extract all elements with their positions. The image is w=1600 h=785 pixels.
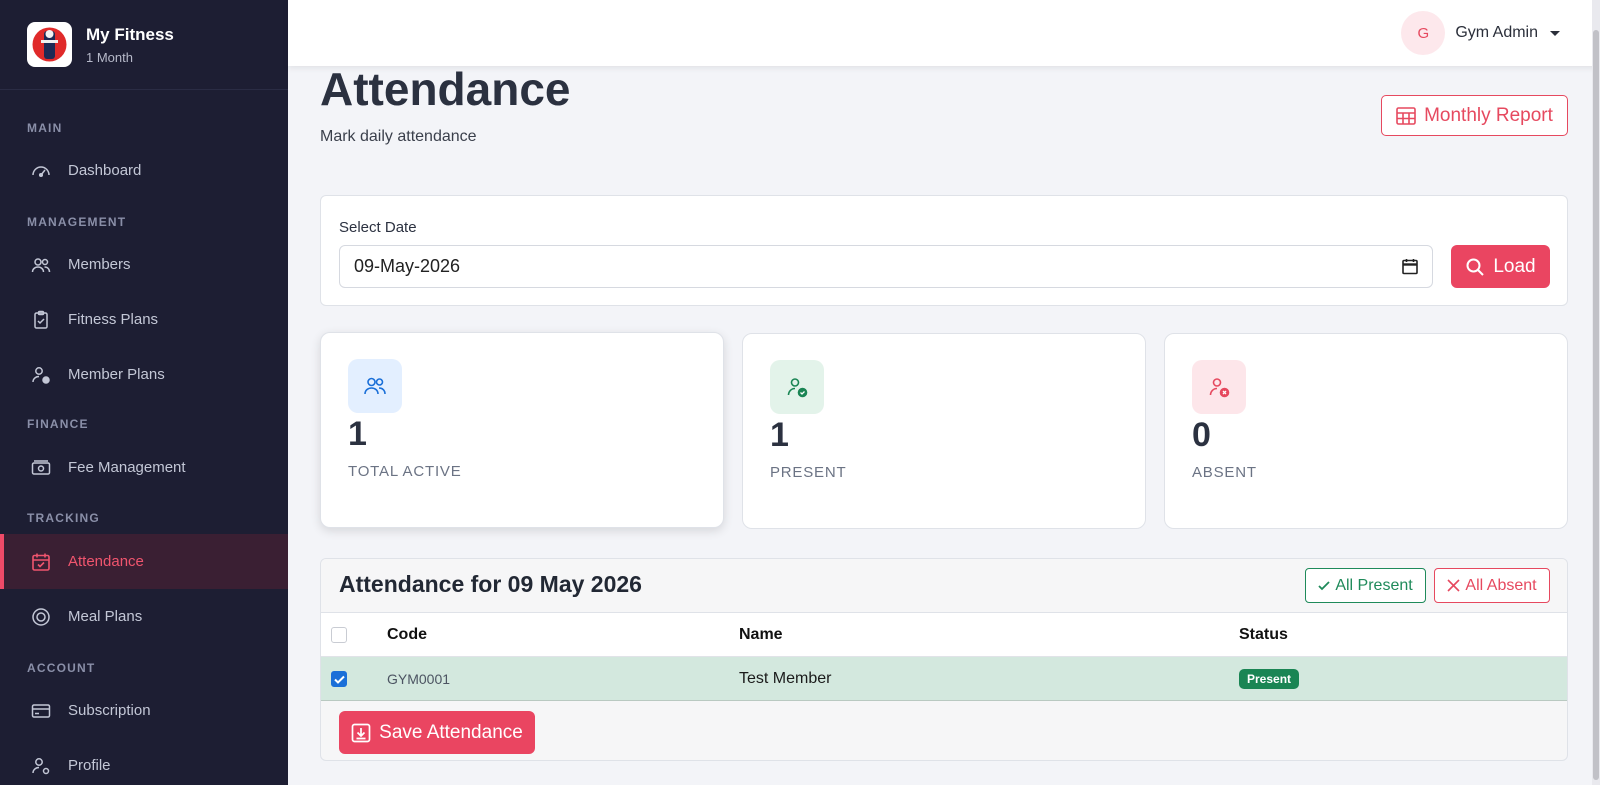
save-attendance-label: Save Attendance [379, 721, 523, 743]
date-value: 09-May-2026 [354, 256, 461, 276]
member-name: Test Member [739, 670, 832, 687]
user-menu[interactable]: G Gym Admin [1401, 11, 1560, 55]
all-present-button[interactable]: All Present [1305, 568, 1426, 603]
stat-present: 1 PRESENT [742, 333, 1146, 529]
section-management: MANAGEMENT [27, 215, 127, 229]
sidebar-item-profile[interactable]: Profile [0, 738, 288, 785]
all-absent-label: All Absent [1465, 576, 1537, 594]
user-name[interactable]: Gym Admin [1455, 24, 1538, 42]
users-icon [348, 359, 402, 413]
attendance-table-card: Attendance for 09 May 2026 All Present A… [320, 558, 1568, 761]
sidebar-item-attendance[interactable]: Attendance [0, 534, 288, 589]
stat-absent: 0 ABSENT [1164, 333, 1568, 529]
load-label: Load [1493, 255, 1536, 277]
sidebar-item-label: Fitness Plans [68, 311, 159, 328]
sidebar-item-label: Fee Management [68, 459, 186, 476]
monthly-report-label: Monthly Report [1424, 104, 1553, 126]
user-gear-icon [30, 755, 52, 777]
cash-icon [30, 457, 52, 479]
stat-value: 1 [770, 416, 789, 454]
all-present-label: All Present [1335, 576, 1413, 594]
sidebar-item-label: Member Plans [68, 366, 165, 383]
sidebar-item-meal-plans[interactable]: Meal Plans [0, 589, 288, 644]
user-x-icon [1192, 360, 1246, 414]
table-head-row: Code Name Status [321, 613, 1567, 657]
date-input[interactable]: 09-May-2026 [339, 245, 1433, 288]
calendar-check-icon [30, 551, 52, 573]
column-status: Status [1239, 626, 1288, 643]
page-title: Attendance [320, 63, 571, 115]
section-tracking: TRACKING [27, 511, 100, 525]
search-icon [1465, 257, 1485, 277]
all-absent-button[interactable]: All Absent [1434, 568, 1550, 603]
monthly-report-button[interactable]: Monthly Report [1381, 95, 1568, 136]
row-checkbox[interactable] [331, 671, 347, 687]
meal-icon [30, 606, 52, 628]
table-header: Attendance for 09 May 2026 All Present A… [321, 559, 1567, 613]
clipboard-check-icon [30, 309, 52, 331]
calendar-icon[interactable] [1402, 258, 1418, 280]
page-subtitle: Mark daily attendance [320, 128, 477, 145]
close-icon [1447, 579, 1460, 592]
section-account: ACCOUNT [27, 661, 96, 675]
column-code: Code [387, 626, 427, 643]
save-attendance-button[interactable]: Save Attendance [339, 711, 535, 754]
brand[interactable]: My Fitness 1 Month [0, 0, 288, 90]
member-code: GYM0001 [387, 671, 451, 687]
gauge-icon [30, 160, 52, 182]
sidebar-item-dashboard[interactable]: Dashboard [0, 143, 288, 198]
brand-logo [27, 22, 72, 67]
sidebar-item-subscription[interactable]: Subscription [0, 683, 288, 738]
sidebar-item-label: Members [68, 256, 131, 273]
sidebar-item-label: Subscription [68, 702, 151, 719]
check-icon [1318, 580, 1330, 591]
sidebar: My Fitness 1 Month MAIN Dashboard MANAGE… [0, 0, 288, 785]
sidebar-item-label: Attendance [68, 553, 144, 570]
stat-value: 1 [348, 415, 367, 453]
users-icon [30, 254, 52, 276]
sidebar-item-label: Profile [68, 757, 111, 774]
select-all-checkbox[interactable] [331, 627, 347, 643]
status-badge[interactable]: Present [1239, 669, 1300, 689]
sidebar-item-members[interactable]: Members [0, 237, 288, 292]
user-check-icon [770, 360, 824, 414]
table-title: Attendance for 09 May 2026 [339, 571, 642, 597]
brand-subtitle: 1 Month [86, 49, 133, 65]
scrollbar-thumb[interactable] [1593, 30, 1599, 780]
stat-label: PRESENT [770, 464, 847, 481]
sidebar-item-label: Meal Plans [68, 608, 143, 625]
date-filter-card: Select Date 09-May-2026 Load [320, 195, 1568, 306]
brand-name: My Fitness [86, 24, 174, 44]
column-name: Name [739, 626, 783, 643]
stat-total-active: 1 TOTAL ACTIVE [320, 332, 724, 528]
table-row[interactable]: GYM0001 Test Member Present [321, 657, 1567, 701]
user-check-icon [30, 364, 52, 386]
avatar[interactable]: G [1401, 11, 1446, 55]
stat-label: ABSENT [1192, 464, 1257, 481]
sidebar-item-fee-management[interactable]: Fee Management [0, 440, 288, 495]
page-scrollbar[interactable] [1592, 0, 1600, 785]
sidebar-item-label: Dashboard [68, 162, 142, 179]
download-icon [351, 723, 371, 743]
sidebar-item-member-plans[interactable]: Member Plans [0, 347, 288, 402]
credit-card-icon [30, 700, 52, 722]
date-label: Select Date [339, 219, 417, 236]
table-icon [1396, 106, 1416, 125]
section-finance: FINANCE [27, 417, 89, 431]
top-header: G Gym Admin [288, 0, 1600, 66]
chevron-down-icon[interactable] [1550, 30, 1560, 36]
stat-value: 0 [1192, 416, 1211, 454]
stat-label: TOTAL ACTIVE [348, 463, 462, 480]
load-button[interactable]: Load [1451, 245, 1550, 288]
section-main: MAIN [27, 121, 63, 135]
sidebar-item-fitness-plans[interactable]: Fitness Plans [0, 292, 288, 347]
